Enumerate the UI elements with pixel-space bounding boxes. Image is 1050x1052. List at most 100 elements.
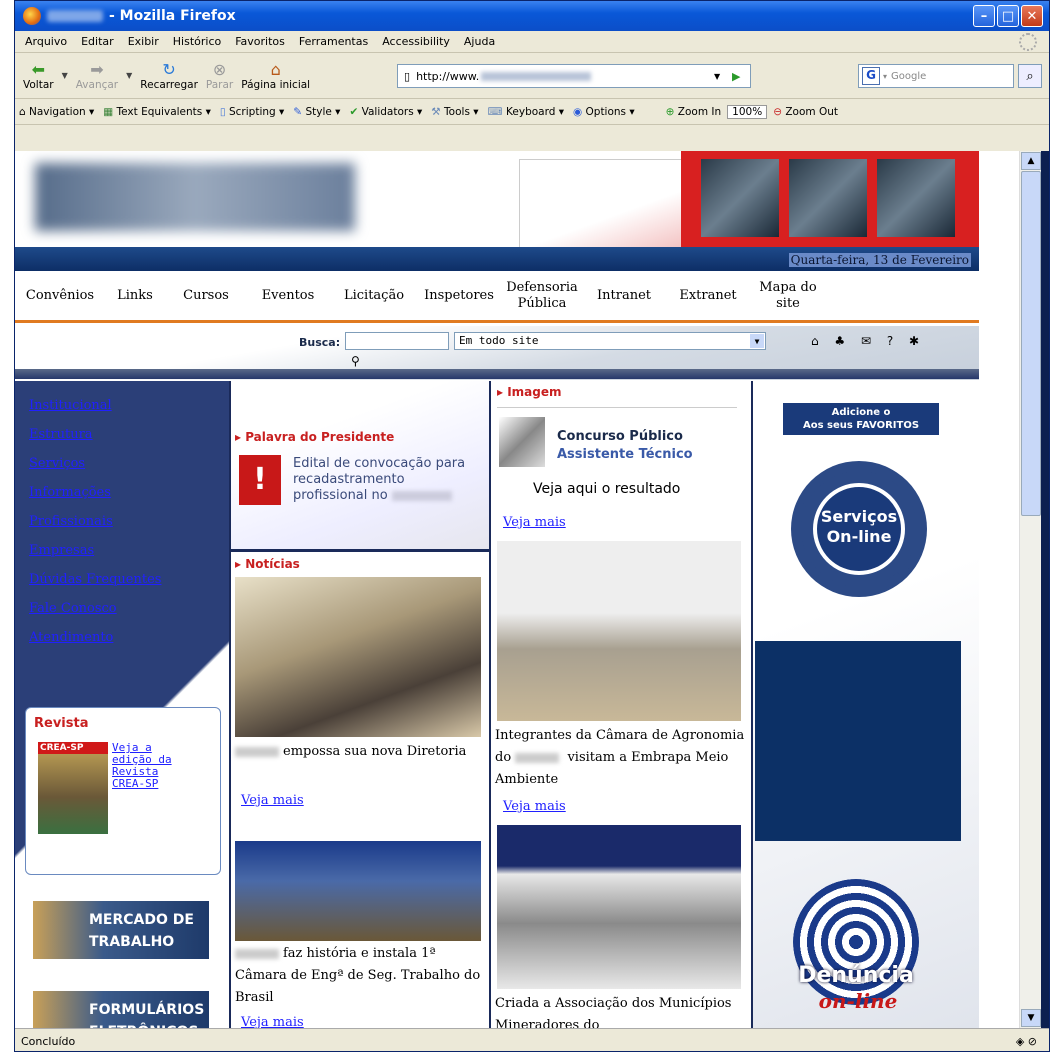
nav-eventos[interactable]: Eventos bbox=[247, 288, 329, 304]
nav-licitacao[interactable]: Licitação bbox=[329, 288, 419, 304]
formularios-banner[interactable]: FORMULÁRIOS ELETRÔNICOS bbox=[33, 991, 209, 1028]
link-duvidas[interactable]: Dúvidas Frequentes bbox=[29, 565, 161, 594]
forward-button[interactable]: ➡ Avançar bbox=[76, 60, 118, 91]
section-divider bbox=[231, 549, 489, 552]
link-institucional[interactable]: Institucional bbox=[29, 391, 161, 420]
stop-icon: ⊗ bbox=[212, 59, 227, 79]
menu-exibir[interactable]: Exibir bbox=[128, 35, 159, 48]
forward-dropdown-icon[interactable]: ▼ bbox=[126, 71, 132, 80]
vertical-scrollbar[interactable]: ▲ ▼ bbox=[1019, 151, 1041, 1028]
news-photo-2[interactable] bbox=[235, 841, 481, 941]
toolbar-keyboard[interactable]: ⌨ Keyboard ▾ bbox=[488, 106, 564, 118]
alert-icon: ! bbox=[239, 455, 281, 505]
header-photo-3 bbox=[877, 159, 955, 237]
desktop-window-edge bbox=[0, 0, 14, 1052]
site-header bbox=[15, 151, 979, 255]
scroll-down-icon[interactable]: ▼ bbox=[1021, 1009, 1041, 1027]
nav-mapa[interactable]: Mapa do site bbox=[753, 280, 823, 312]
menu-ajuda[interactable]: Ajuda bbox=[464, 35, 495, 48]
toolbar-scripting[interactable]: ▯ Scripting ▾ bbox=[220, 106, 284, 118]
imagem-more-1[interactable]: Veja mais bbox=[503, 515, 566, 530]
nav-inspetores[interactable]: Inspetores bbox=[419, 288, 499, 304]
url-bar[interactable]: ▯ http://www. ▼ ▶ bbox=[397, 64, 751, 88]
concurso-title[interactable]: Concurso Público bbox=[557, 429, 683, 444]
imagem-caption-1[interactable]: Integrantes da Câmara de Agronomia do vi… bbox=[495, 725, 745, 791]
link-informacoes[interactable]: Informações bbox=[29, 478, 161, 507]
url-dropdown-icon[interactable]: ▼ bbox=[714, 72, 720, 81]
header-decoration bbox=[519, 159, 689, 249]
toolbar-tools[interactable]: ⚒ Tools ▾ bbox=[431, 106, 478, 118]
scroll-thumb[interactable] bbox=[1021, 171, 1041, 516]
search-button[interactable]: ⌕ bbox=[1018, 64, 1042, 88]
center-column: Palavra do Presidente ! Edital de convoc… bbox=[229, 381, 491, 1028]
maximize-button[interactable]: □ bbox=[997, 5, 1019, 27]
revista-box: Revista CREA-SP Veja a edição da Revista… bbox=[25, 707, 221, 875]
link-empresas[interactable]: Empresas bbox=[29, 536, 161, 565]
toolbar-style[interactable]: ✎ Style ▾ bbox=[293, 106, 340, 118]
revista-link[interactable]: Veja a edição da Revista CREA-SP bbox=[112, 742, 192, 790]
search-engine-dropdown-icon[interactable]: ▾ bbox=[883, 72, 887, 81]
toolbar-navigation[interactable]: ⌂ Navigation ▾ bbox=[19, 106, 94, 118]
nav-intranet[interactable]: Intranet bbox=[585, 288, 663, 304]
mercado-banner[interactable]: MERCADO DE TRABALHO bbox=[33, 901, 209, 959]
link-estrutura[interactable]: Estrutura bbox=[29, 420, 161, 449]
zoom-level: 100% bbox=[727, 104, 768, 119]
toolbar-validators[interactable]: ✔ Validators ▾ bbox=[349, 106, 422, 118]
site-search-input[interactable] bbox=[345, 332, 449, 350]
toolbar-text-equivalents[interactable]: ▦ Text Equivalents ▾ bbox=[103, 106, 211, 118]
toolbar-options[interactable]: ◉ Options ▾ bbox=[573, 106, 635, 118]
title-bar[interactable]: - Mozilla Firefox – □ ✕ bbox=[15, 1, 1049, 31]
menu-arquivo[interactable]: Arquivo bbox=[25, 35, 67, 48]
link-profissionais[interactable]: Profissionais bbox=[29, 507, 161, 536]
go-icon[interactable]: ▶ bbox=[732, 70, 740, 83]
noticias-title: Notícias bbox=[235, 557, 300, 571]
menu-ferramentas[interactable]: Ferramentas bbox=[299, 35, 368, 48]
back-dropdown-icon[interactable]: ▼ bbox=[62, 71, 68, 80]
imagem-photo-2[interactable] bbox=[497, 825, 741, 989]
favoritos-banner[interactable]: Adicione o Aos seus FAVORITOS bbox=[783, 403, 939, 435]
denuncia-online-badge[interactable]: Denúncia on-line bbox=[793, 879, 919, 1013]
concurso-subtitle[interactable]: Assistente Técnico bbox=[557, 447, 693, 462]
news-caption-1[interactable]: empossa sua nova Diretoria bbox=[235, 741, 481, 763]
presidente-text[interactable]: Edital de convocação para recadastrament… bbox=[293, 456, 473, 504]
back-button[interactable]: ⬅ Voltar bbox=[23, 60, 54, 91]
search-scope-select[interactable]: Em todo site ▼ bbox=[454, 332, 766, 350]
site-search-icon[interactable]: ⚲ bbox=[351, 354, 360, 368]
concurso-result[interactable]: Veja aqui o resultado bbox=[533, 481, 680, 497]
news-caption-2[interactable]: faz história e instala 1ª Câmara de Engª… bbox=[235, 943, 481, 1009]
status-icons[interactable]: ◈ ⊘ bbox=[1016, 1035, 1037, 1048]
imagem-photo-1[interactable] bbox=[497, 541, 741, 721]
reload-button[interactable]: ↻ Recarregar bbox=[140, 60, 198, 91]
zoom-out-button[interactable]: ⊖ Zoom Out bbox=[773, 106, 838, 118]
link-servicos[interactable]: Serviços bbox=[29, 449, 161, 478]
menu-accessibility[interactable]: Accessibility bbox=[382, 35, 450, 48]
right-navy-block bbox=[755, 641, 961, 841]
nav-extranet[interactable]: Extranet bbox=[663, 288, 753, 304]
servicos-online-badge[interactable]: Serviços On-line bbox=[791, 461, 927, 597]
imagem-caption-2[interactable]: Criada a Associação dos Municípios Miner… bbox=[495, 993, 745, 1028]
search-box[interactable]: G ▾ Google bbox=[858, 64, 1014, 88]
nav-cursos[interactable]: Cursos bbox=[165, 288, 247, 304]
nav-links[interactable]: Links bbox=[105, 288, 165, 304]
nav-convenios[interactable]: Convênios bbox=[15, 288, 105, 304]
stop-button[interactable]: ⊗ Parar bbox=[206, 59, 233, 91]
close-button[interactable]: ✕ bbox=[1021, 5, 1043, 27]
imagem-more-2[interactable]: Veja mais bbox=[503, 799, 566, 814]
news-photo-1[interactable] bbox=[235, 577, 481, 737]
site-tool-icons[interactable]: ⌂ ♣ ✉ ? ✱ bbox=[811, 334, 925, 348]
link-fale-conosco[interactable]: Fale Conosco bbox=[29, 594, 161, 623]
link-atendimento[interactable]: Atendimento bbox=[29, 623, 161, 652]
home-button[interactable]: ⌂ Página inicial bbox=[241, 60, 310, 91]
news-more-2[interactable]: Veja mais bbox=[241, 1015, 304, 1028]
status-bar: Concluído ◈ ⊘ bbox=[15, 1028, 1049, 1051]
news-more-1[interactable]: Veja mais bbox=[241, 793, 304, 808]
menu-historico[interactable]: Histórico bbox=[173, 35, 221, 48]
zoom-in-button[interactable]: ⊕ Zoom In bbox=[666, 106, 722, 118]
minimize-button[interactable]: – bbox=[973, 5, 995, 27]
menu-favoritos[interactable]: Favoritos bbox=[235, 35, 285, 48]
scroll-up-icon[interactable]: ▲ bbox=[1021, 152, 1041, 170]
nav-defensoria[interactable]: Defensoria Pública bbox=[499, 280, 585, 312]
menu-editar[interactable]: Editar bbox=[81, 35, 114, 48]
url-text: http://www. bbox=[416, 69, 480, 83]
revista-cover[interactable]: CREA-SP bbox=[38, 742, 108, 834]
